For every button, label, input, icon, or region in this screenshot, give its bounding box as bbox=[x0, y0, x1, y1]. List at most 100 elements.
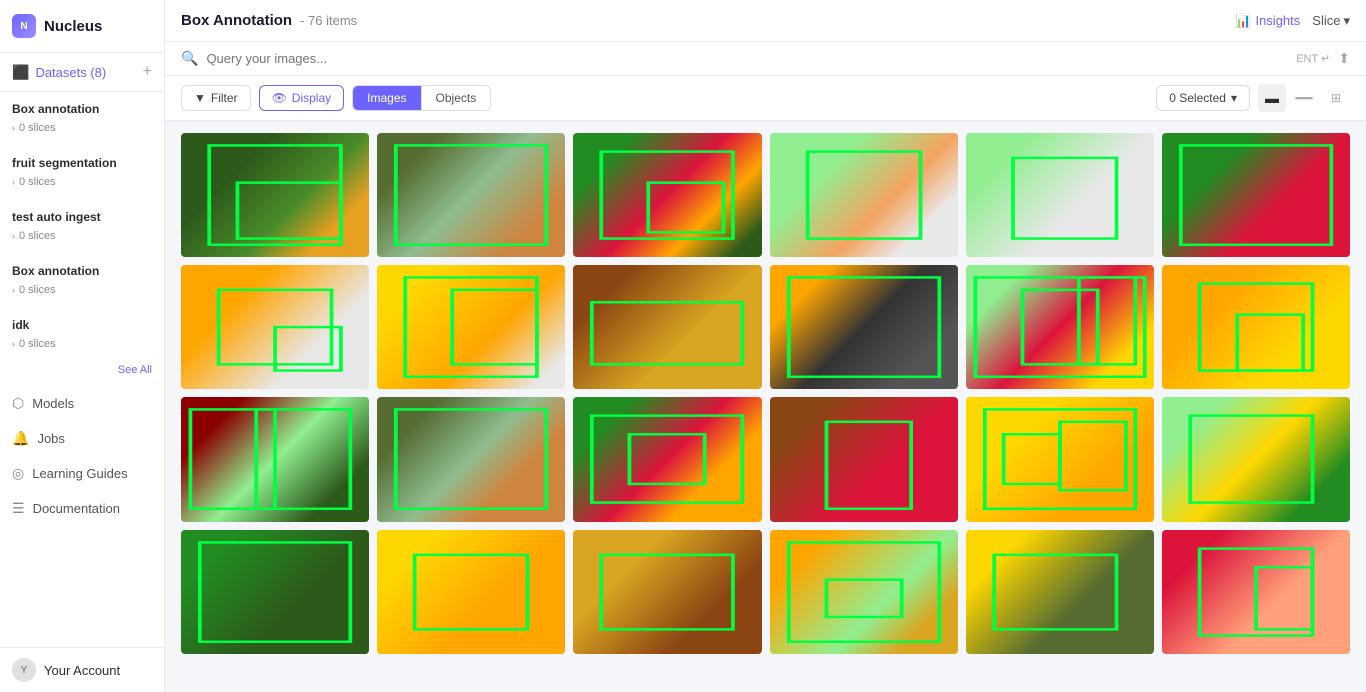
account-section[interactable]: Y Your Account bbox=[0, 647, 164, 692]
search-icon: 🔍 bbox=[181, 50, 198, 67]
page-title: Box Annotation bbox=[181, 12, 292, 29]
sidebar-item-label: Learning Guides bbox=[32, 466, 127, 481]
slice-button[interactable]: Slice ▾ bbox=[1312, 13, 1350, 29]
view-tabs: Images Objects bbox=[352, 85, 491, 111]
slices-count: 0 slices bbox=[19, 122, 56, 134]
insights-button[interactable]: 📊 Insights bbox=[1235, 13, 1300, 29]
image-cell[interactable] bbox=[966, 397, 1154, 521]
chevron-icon: › bbox=[12, 339, 15, 349]
fruit-segmentation-section: fruit segmentation › 0 slices bbox=[0, 146, 164, 200]
toolbar: ▼ Filter 👁 Display Images Objects 0 Sele… bbox=[165, 76, 1366, 121]
insights-chart-icon: 📊 bbox=[1235, 13, 1251, 29]
datasets-icon: ⬛ bbox=[12, 64, 29, 81]
grid-view-button[interactable]: ⊞ bbox=[1322, 84, 1350, 112]
image-cell[interactable] bbox=[181, 397, 369, 521]
image-cell[interactable] bbox=[573, 397, 761, 521]
selected-button[interactable]: 0 Selected ▾ bbox=[1156, 85, 1250, 111]
slices-count: 0 slices bbox=[19, 230, 56, 242]
item-count: - 76 items bbox=[300, 13, 357, 28]
app-name: Nucleus bbox=[44, 18, 102, 35]
add-dataset-button[interactable]: + bbox=[143, 63, 152, 81]
image-cell[interactable] bbox=[1162, 265, 1350, 389]
image-cell[interactable] bbox=[770, 397, 958, 521]
image-cell[interactable] bbox=[377, 530, 565, 654]
image-cell[interactable] bbox=[573, 265, 761, 389]
box-annotation-2-slices[interactable]: › 0 slices bbox=[12, 282, 152, 302]
section-title-2: fruit segmentation bbox=[12, 152, 152, 174]
see-all-link[interactable]: See All bbox=[0, 362, 164, 378]
filter-button[interactable]: ▼ Filter bbox=[181, 85, 251, 111]
image-cell[interactable] bbox=[181, 530, 369, 654]
section-title-3: test auto ingest bbox=[12, 206, 152, 228]
test-auto-ingest-section: test auto ingest › 0 slices bbox=[0, 200, 164, 254]
display-label: Display bbox=[292, 91, 331, 105]
sidebar-item-label: Models bbox=[32, 396, 74, 411]
datasets-section[interactable]: ⬛ Datasets (8) + bbox=[0, 53, 164, 92]
chevron-icon: › bbox=[12, 177, 15, 187]
image-cell[interactable] bbox=[966, 265, 1154, 389]
datasets-label: Datasets (8) bbox=[35, 65, 136, 80]
list-view-button[interactable]: ▬ bbox=[1258, 84, 1286, 112]
selected-label: 0 Selected bbox=[1169, 91, 1226, 105]
documentation-icon: ☰ bbox=[12, 500, 25, 517]
sidebar-item-label: Jobs bbox=[37, 431, 64, 446]
idk-section: idk › 0 slices bbox=[0, 308, 164, 362]
box-annotation-section: Box annotation › 0 slices bbox=[0, 92, 164, 146]
image-cell[interactable] bbox=[770, 265, 958, 389]
display-icon: 👁 bbox=[272, 91, 287, 105]
sidebar-item-documentation[interactable]: ☰ Documentation bbox=[0, 491, 164, 526]
image-cell[interactable] bbox=[966, 133, 1154, 257]
search-bar: 🔍 ENT ↵ ⬆ bbox=[165, 42, 1366, 76]
tab-images[interactable]: Images bbox=[353, 86, 421, 110]
fruit-seg-slices[interactable]: › 0 slices bbox=[12, 174, 152, 194]
toolbar-right: 0 Selected ▾ ▬ ━━ ⊞ bbox=[1156, 84, 1350, 112]
list-icon: ▬ bbox=[1265, 90, 1279, 106]
insights-label: Insights bbox=[1255, 13, 1300, 28]
image-cell[interactable] bbox=[573, 530, 761, 654]
tab-objects[interactable]: Objects bbox=[422, 86, 491, 110]
enter-hint: ENT ↵ bbox=[1296, 52, 1330, 65]
image-cell[interactable] bbox=[377, 133, 565, 257]
box-annotation-2-section: Box annotation › 0 slices bbox=[0, 254, 164, 308]
dash-icon: ━━ bbox=[1296, 90, 1313, 107]
account-label: Your Account bbox=[44, 663, 120, 678]
section-title-5: idk bbox=[12, 314, 152, 336]
toolbar-left: ▼ Filter 👁 Display Images Objects bbox=[181, 85, 491, 111]
section-title-1: Box annotation bbox=[12, 98, 152, 120]
test-auto-slices[interactable]: › 0 slices bbox=[12, 228, 152, 248]
avatar: Y bbox=[12, 658, 36, 682]
share-icon: ⬆ bbox=[1338, 50, 1350, 67]
sidebar-item-label: Documentation bbox=[33, 501, 120, 516]
image-cell[interactable] bbox=[181, 265, 369, 389]
image-cell[interactable] bbox=[770, 530, 958, 654]
search-right: ENT ↵ ⬆ bbox=[1296, 50, 1350, 67]
chevron-icon: › bbox=[12, 285, 15, 295]
box-annotation-slices[interactable]: › 0 slices bbox=[12, 120, 152, 140]
chevron-icon: › bbox=[12, 231, 15, 241]
search-input[interactable] bbox=[206, 51, 1288, 66]
image-cell[interactable] bbox=[1162, 397, 1350, 521]
image-cell[interactable] bbox=[573, 133, 761, 257]
image-cell[interactable] bbox=[770, 133, 958, 257]
dash-view-button[interactable]: ━━ bbox=[1290, 84, 1318, 112]
image-cell[interactable] bbox=[377, 397, 565, 521]
image-cell[interactable] bbox=[377, 265, 565, 389]
image-cell[interactable] bbox=[181, 133, 369, 257]
display-button[interactable]: 👁 Display bbox=[259, 85, 345, 111]
sidebar-item-learning-guides[interactable]: ◎ Learning Guides bbox=[0, 456, 164, 491]
sidebar-item-models[interactable]: ⬡ Models bbox=[0, 386, 164, 421]
jobs-icon: 🔔 bbox=[12, 430, 29, 447]
chevron-down-icon: ▾ bbox=[1231, 91, 1237, 105]
idk-slices[interactable]: › 0 slices bbox=[12, 336, 152, 356]
logo-icon: N bbox=[12, 14, 36, 38]
image-cell[interactable] bbox=[966, 530, 1154, 654]
image-cell[interactable] bbox=[1162, 133, 1350, 257]
models-icon: ⬡ bbox=[12, 395, 24, 412]
image-grid bbox=[165, 121, 1366, 692]
section-title-4: Box annotation bbox=[12, 260, 152, 282]
sidebar-item-jobs[interactable]: 🔔 Jobs bbox=[0, 421, 164, 456]
logo-area[interactable]: N Nucleus bbox=[0, 0, 164, 53]
main-content: Box Annotation - 76 items 📊 Insights Sli… bbox=[165, 0, 1366, 692]
image-cell[interactable] bbox=[1162, 530, 1350, 654]
topbar: Box Annotation - 76 items 📊 Insights Sli… bbox=[165, 0, 1366, 42]
